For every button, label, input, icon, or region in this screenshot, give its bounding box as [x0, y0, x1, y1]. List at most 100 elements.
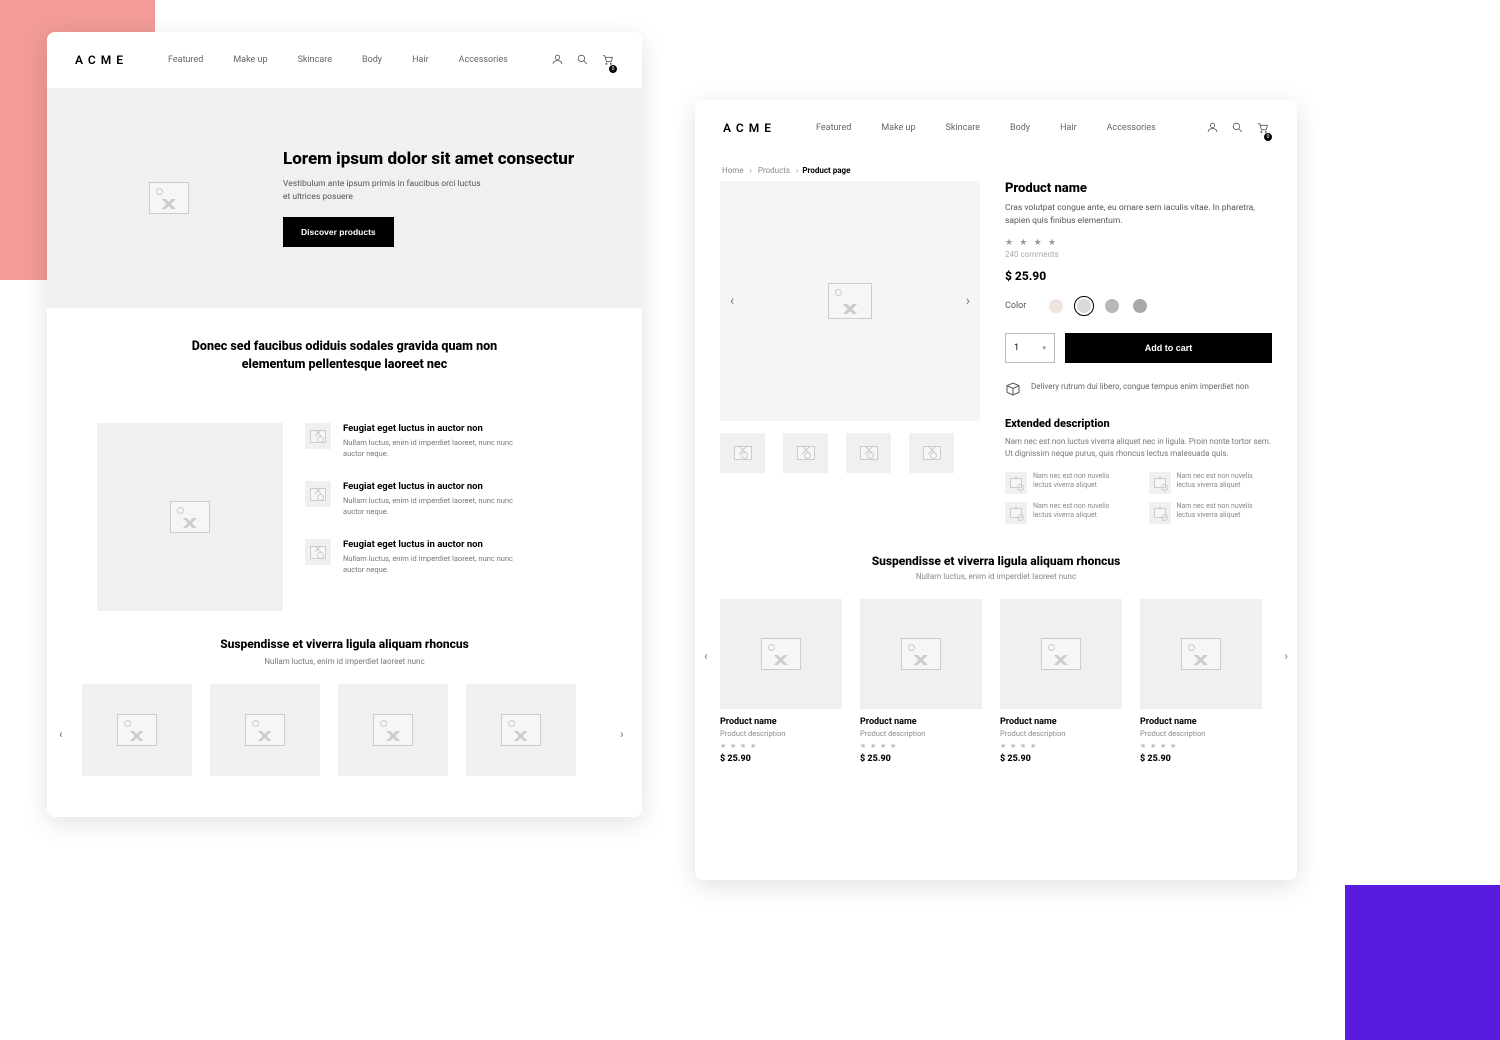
main-nav: Featured Make up Skincare Body Hair Acce… — [816, 123, 1206, 133]
homepage-mockup: ACME Featured Make up Skincare Body Hair… — [47, 32, 642, 817]
site-header: ACME Featured Make up Skincare Body Hair… — [47, 32, 642, 88]
nav-link[interactable]: Hair — [412, 55, 429, 65]
quantity-select[interactable]: 1▾ — [1005, 333, 1055, 363]
feature-body: Nullam luctus, enim id imperdiet laoreet… — [343, 496, 523, 517]
carousel-item[interactable] — [466, 684, 576, 776]
nav-link[interactable]: Make up — [881, 123, 915, 133]
search-icon[interactable] — [576, 51, 589, 70]
related-name: Product name — [720, 717, 842, 727]
color-swatch[interactable] — [1049, 299, 1063, 313]
extended-description: Extended description Nam nec est non luc… — [1005, 417, 1272, 524]
nav-link[interactable]: Body — [1010, 123, 1030, 133]
feature-title: Feugiat eget luctus in auctor non — [343, 481, 523, 492]
extdesc-text: Nam nec est non nuvelis lectus viverra a… — [1177, 502, 1267, 520]
nav-link[interactable]: Featured — [816, 123, 851, 133]
related-name: Product name — [1000, 717, 1122, 727]
delivery-text: Delivery rutrum dui libero, congue tempu… — [1031, 381, 1249, 392]
user-icon[interactable] — [1206, 119, 1219, 138]
extdesc-text: Nam nec est non nuvelis lectus viverra a… — [1177, 472, 1267, 490]
gallery-thumb[interactable] — [720, 433, 765, 473]
nav-link[interactable]: Body — [362, 55, 382, 65]
product-gallery: ‹ › — [720, 181, 980, 421]
site-header: ACME Featured Make up Skincare Body Hair… — [695, 100, 1297, 156]
feature-title: Feugiat eget luctus in auctor non — [343, 539, 523, 550]
chevron-right-icon[interactable]: › — [966, 293, 970, 309]
hero-title: Lorem ipsum dolor sit amet consectur — [283, 149, 574, 170]
discover-button[interactable]: Discover products — [283, 217, 394, 247]
nav-link[interactable]: Accessories — [459, 55, 508, 65]
user-icon[interactable] — [551, 51, 564, 70]
breadcrumb-item[interactable]: Products — [758, 166, 790, 175]
product-page-mockup: ACME Featured Make up Skincare Body Hair… — [695, 100, 1297, 880]
related-item[interactable]: Product name Product description ★ ★ ★ ★… — [1000, 599, 1122, 764]
nav-link[interactable]: Make up — [233, 55, 267, 65]
hero-section: Lorem ipsum dolor sit amet consectur Ves… — [47, 88, 642, 308]
chevron-right-icon[interactable]: › — [1284, 649, 1288, 663]
chevron-right-icon[interactable]: › — [620, 727, 630, 737]
carousel-title: Suspendisse et viverra ligula aliquam rh… — [82, 637, 607, 651]
color-label: Color — [1005, 301, 1035, 311]
nav-link[interactable]: Skincare — [298, 55, 332, 65]
add-to-cart-button[interactable]: Add to cart — [1065, 333, 1272, 363]
product-title: Product name — [1005, 181, 1272, 196]
cart-icon[interactable]: 0 — [601, 51, 614, 70]
extdesc-item: Nam nec est non nuvelis lectus viverra a… — [1005, 502, 1129, 524]
related-price: $ 25.90 — [1140, 754, 1262, 764]
gallery-thumb[interactable] — [909, 433, 954, 473]
color-swatch[interactable] — [1077, 299, 1091, 313]
rating-stars: ★ ★ ★ ★ — [1005, 238, 1272, 248]
gallery-thumb[interactable] — [783, 433, 828, 473]
main-nav: Featured Make up Skincare Body Hair Acce… — [168, 55, 551, 65]
nav-link[interactable]: Hair — [1060, 123, 1077, 133]
related-item[interactable]: Product name Product description ★ ★ ★ ★… — [1140, 599, 1262, 764]
extdesc-item: Nam nec est non nuvelis lectus viverra a… — [1149, 472, 1273, 494]
related-desc: Product description — [860, 729, 982, 738]
gallery-thumbs — [720, 433, 980, 473]
breadcrumb-current: Product page — [802, 166, 850, 175]
related-price: $ 25.90 — [1000, 754, 1122, 764]
carousel-item[interactable] — [82, 684, 192, 776]
color-swatch[interactable] — [1105, 299, 1119, 313]
chevron-left-icon[interactable]: ‹ — [730, 293, 734, 309]
feature-thumb — [305, 423, 331, 449]
related-products: Suspendisse et viverra ligula aliquam rh… — [695, 524, 1297, 764]
feature-body: Nullam luctus, enim id imperdiet laoreet… — [343, 554, 523, 575]
color-swatch[interactable] — [1133, 299, 1147, 313]
related-image-placeholder — [720, 599, 842, 709]
nav-link[interactable]: Skincare — [946, 123, 980, 133]
logo[interactable]: ACME — [723, 121, 776, 135]
chevron-left-icon[interactable]: ‹ — [704, 649, 708, 663]
feature-title: Feugiat eget luctus in auctor non — [343, 423, 523, 434]
search-icon[interactable] — [1231, 119, 1244, 138]
carousel-sub: Nullam luctus, enim id imperdiet laoreet… — [82, 657, 607, 666]
gallery-image-placeholder — [828, 283, 872, 319]
related-desc: Product description — [1140, 729, 1262, 738]
breadcrumb-item[interactable]: Home — [722, 166, 744, 175]
feature-thumb — [305, 481, 331, 507]
chevron-right-icon: › — [796, 166, 798, 175]
chevron-left-icon[interactable]: ‹ — [59, 727, 69, 737]
accent-blue — [1345, 885, 1500, 1040]
extdesc-title: Extended description — [1005, 417, 1272, 430]
related-image-placeholder — [1000, 599, 1122, 709]
related-sub: Nullam luctus, enim id imperdiet laoreet… — [720, 572, 1272, 581]
nav-link[interactable]: Featured — [168, 55, 203, 65]
cart-badge: 0 — [609, 65, 617, 73]
qty-value: 1 — [1014, 343, 1019, 353]
nav-link[interactable]: Accessories — [1107, 123, 1156, 133]
related-stars: ★ ★ ★ ★ — [860, 742, 982, 750]
related-item[interactable]: Product name Product description ★ ★ ★ ★… — [860, 599, 982, 764]
related-image-placeholder — [860, 599, 982, 709]
gallery-thumb[interactable] — [846, 433, 891, 473]
logo[interactable]: ACME — [75, 53, 128, 67]
related-image-placeholder — [1140, 599, 1262, 709]
carousel-item[interactable] — [210, 684, 320, 776]
related-stars: ★ ★ ★ ★ — [720, 742, 842, 750]
related-item[interactable]: Product name Product description ★ ★ ★ ★… — [720, 599, 842, 764]
breadcrumb: Home › Products › Product page — [695, 156, 1297, 181]
cart-icon[interactable]: 0 — [1256, 119, 1269, 138]
comments-count[interactable]: 240 comments — [1005, 250, 1272, 259]
carousel-item[interactable] — [338, 684, 448, 776]
delivery-info: Delivery rutrum dui libero, congue tempu… — [1005, 381, 1272, 397]
feature-image-placeholder — [97, 423, 283, 611]
